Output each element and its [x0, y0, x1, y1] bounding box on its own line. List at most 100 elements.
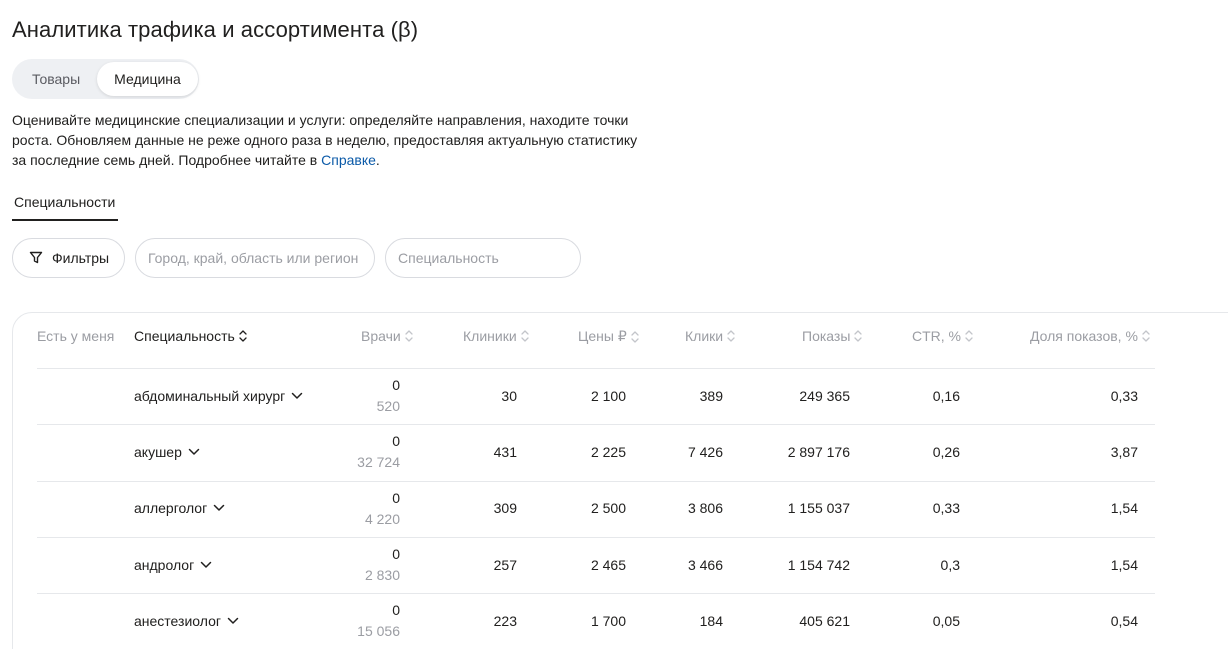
chevron-down-icon [292, 392, 303, 399]
clinics-value: 30 [501, 388, 517, 404]
help-link[interactable]: Справке [321, 152, 376, 168]
doctors-total: 2 830 [364, 567, 400, 583]
specialty-cell[interactable]: анестезиолог [134, 613, 239, 629]
header-doctors-label: Врачи [361, 328, 401, 344]
share-value: 1,54 [1110, 500, 1138, 516]
specialty-name: анестезиолог [134, 613, 221, 629]
section-switcher: Товары Медицина [12, 59, 199, 99]
funnel-icon [29, 251, 43, 264]
clicks-value: 3 466 [687, 557, 723, 573]
header-clicks[interactable]: Клики [685, 328, 736, 344]
ctr-value: 0,05 [932, 613, 960, 629]
header-specialty[interactable]: Специальность [134, 328, 248, 344]
doctors-mine: 0 [392, 602, 400, 618]
header-ctr[interactable]: CTR, % [912, 328, 974, 344]
filters-button[interactable]: Фильтры [12, 238, 125, 278]
header-prices[interactable]: Цены ₽ [578, 328, 640, 345]
price-value: 1 700 [590, 613, 626, 629]
doctors-mine: 0 [392, 377, 400, 393]
filters-label: Фильтры [52, 250, 110, 266]
header-shows-label: Показы [802, 328, 851, 344]
share-value: 3,87 [1110, 444, 1138, 460]
ctr-value: 0,26 [932, 444, 960, 460]
description-end: . [375, 152, 380, 168]
shows-value: 249 365 [799, 388, 850, 404]
shows-value: 1 155 037 [787, 500, 850, 516]
price-value: 2 225 [590, 444, 626, 460]
header-specialty-label: Специальность [134, 328, 235, 344]
doctors-mine: 0 [392, 433, 400, 449]
sort-arrows-icon [631, 330, 639, 343]
row-divider [37, 593, 1155, 594]
clicks-value: 184 [699, 613, 723, 629]
page-title: Аналитика трафика и ассортимента (β) [12, 17, 419, 42]
specialty-cell[interactable]: андролог [134, 557, 212, 573]
segment-goods[interactable]: Товары [15, 62, 97, 96]
doctors-total: 4 220 [364, 511, 400, 527]
shows-value: 1 154 742 [787, 557, 850, 573]
specialty-name: абдоминальный хирург [134, 388, 286, 404]
description: Оценивайте медицинские специализации и у… [12, 110, 642, 170]
header-have-label: Есть у меня [37, 328, 115, 344]
doctors-total: 32 724 [357, 454, 400, 470]
ctr-value: 0,3 [940, 557, 960, 573]
price-value: 2 100 [590, 388, 626, 404]
segment-medicine[interactable]: Медицина [97, 62, 198, 96]
price-value: 2 500 [590, 500, 626, 516]
sort-arrows-icon [727, 330, 735, 342]
chevron-down-icon [227, 617, 239, 624]
header-prices-label: Цены ₽ [578, 328, 627, 344]
ctr-value: 0,16 [932, 388, 960, 404]
header-ctr-label: CTR, % [912, 328, 961, 344]
chevron-down-icon [213, 504, 225, 511]
chevron-down-icon [188, 448, 200, 455]
header-clicks-label: Клики [685, 328, 724, 344]
page: Аналитика трафика и ассортимента (β) Тов… [0, 0, 1228, 649]
doctors-mine: 0 [392, 546, 400, 562]
clinics-value: 223 [493, 613, 517, 629]
header-clinics-label: Клиники [463, 328, 517, 344]
header-have: Есть у меня [37, 328, 114, 344]
active-tab-indicator [12, 219, 118, 221]
clicks-value: 3 806 [687, 500, 723, 516]
row-divider [37, 481, 1155, 482]
specialty-input[interactable] [385, 238, 581, 278]
specialty-name: аллерголог [134, 500, 208, 516]
sort-arrows-icon [405, 330, 413, 342]
specialty-cell[interactable]: аллерголог [134, 500, 225, 516]
doctors-mine: 0 [392, 490, 400, 506]
clinics-value: 309 [493, 500, 517, 516]
specialty-cell[interactable]: акушер [134, 444, 200, 460]
header-doctors[interactable]: Врачи [361, 328, 414, 344]
share-value: 0,54 [1110, 613, 1138, 629]
region-input[interactable] [135, 238, 375, 278]
specialty-cell[interactable]: абдоминальный хирург [134, 388, 303, 404]
specialty-name: акушер [134, 444, 182, 460]
shows-value: 405 621 [799, 613, 850, 629]
clicks-value: 7 426 [687, 444, 723, 460]
price-value: 2 465 [590, 557, 626, 573]
header-clinics[interactable]: Клиники [463, 328, 530, 344]
share-value: 1,54 [1110, 557, 1138, 573]
header-share[interactable]: Доля показов, % [1030, 328, 1151, 344]
share-value: 0,33 [1110, 388, 1138, 404]
header-share-label: Доля показов, % [1030, 328, 1138, 344]
specialty-name: андролог [134, 557, 195, 573]
ctr-value: 0,33 [932, 500, 960, 516]
clinics-value: 431 [493, 444, 517, 460]
row-divider [37, 368, 1155, 369]
sort-arrows-icon [521, 330, 529, 342]
row-divider [37, 537, 1155, 538]
sort-arrows-icon [965, 330, 973, 342]
doctors-total: 520 [376, 398, 400, 414]
header-shows[interactable]: Показы [802, 328, 863, 344]
tab-specialties[interactable]: Специальности [12, 194, 117, 218]
shows-value: 2 897 176 [787, 444, 850, 460]
clicks-value: 389 [699, 388, 723, 404]
chevron-down-icon [200, 561, 212, 568]
clinics-value: 257 [493, 557, 517, 573]
sort-arrows-icon [854, 330, 863, 342]
sort-arrows-icon [239, 330, 247, 342]
sort-arrows-icon [1142, 330, 1150, 342]
doctors-total: 15 056 [357, 623, 400, 639]
